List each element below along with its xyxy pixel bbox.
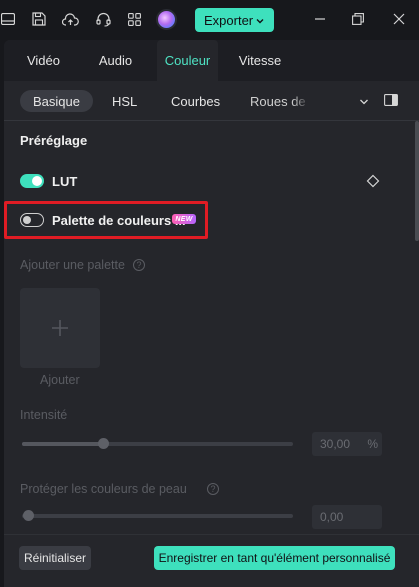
skin-value: 0,00 [320, 510, 344, 524]
title-bar: Exporter [0, 0, 419, 38]
apps-grid-icon[interactable] [124, 9, 144, 29]
add-palette-label: Ajouter une palette [20, 258, 125, 272]
intensity-value: 30,00 [320, 437, 351, 451]
lut-toggle[interactable] [20, 174, 44, 188]
skin-value-field[interactable]: 0,00 [312, 505, 382, 529]
add-palette-button[interactable] [20, 288, 100, 368]
reset-button[interactable]: Réinitialiser [19, 546, 91, 570]
help-icon[interactable]: ? [207, 483, 219, 495]
subtab-basique[interactable]: Basique [20, 90, 93, 112]
headset-icon[interactable] [93, 9, 113, 29]
restore-icon[interactable] [349, 10, 367, 28]
tab-audio[interactable]: Audio [87, 40, 144, 81]
intensity-slider-thumb[interactable] [97, 438, 109, 449]
chevron-down-icon[interactable] [359, 95, 369, 110]
export-label: Exporter [204, 12, 254, 28]
color-panel: Vidéo Audio Couleur Vitesse Basique HSL … [4, 40, 419, 587]
intensity-label: Intensité [20, 408, 68, 422]
intensity-unit: % [367, 437, 378, 451]
chevron-down-icon [255, 14, 265, 29]
close-icon[interactable] [390, 10, 408, 28]
tab-vitesse[interactable]: Vitesse [231, 40, 289, 81]
panel-layout-icon[interactable] [384, 94, 398, 109]
avatar[interactable] [156, 9, 177, 30]
preset-section-title: Préréglage [20, 133, 88, 148]
subtab-hsl[interactable]: HSL [112, 90, 137, 112]
tab-couleur[interactable]: Couleur [157, 40, 218, 81]
keyframe-diamond-icon[interactable] [366, 174, 380, 191]
add-label: Ajouter [40, 373, 80, 387]
help-icon[interactable]: ? [133, 259, 145, 271]
export-button[interactable]: Exporter [195, 8, 274, 32]
highlight-box [4, 201, 208, 239]
save-custom-button[interactable]: Enregistrer en tant qu'élément personnal… [154, 546, 395, 570]
scrollbar[interactable] [415, 121, 419, 241]
lut-label: LUT [52, 174, 78, 189]
cloud-upload-icon[interactable] [60, 9, 80, 29]
sub-tabs: Basique HSL Courbes Roues de c [4, 81, 419, 121]
subtab-roues-de-couleur[interactable]: Roues de c [250, 90, 310, 112]
minimize-icon[interactable] [311, 10, 329, 28]
intensity-slider-fill [22, 442, 104, 446]
layout-icon[interactable] [0, 9, 18, 29]
save-icon[interactable] [29, 9, 49, 29]
skin-protect-label: Protéger les couleurs de peau [20, 482, 187, 496]
skin-slider-thumb[interactable] [23, 510, 34, 521]
plus-icon [52, 320, 68, 336]
main-tabs: Vidéo Audio Couleur Vitesse [4, 40, 419, 81]
tab-video[interactable]: Vidéo [12, 40, 75, 81]
intensity-value-field[interactable]: 30,00 % [312, 432, 382, 456]
subtab-courbes[interactable]: Courbes [171, 90, 220, 112]
skin-slider-track[interactable] [22, 514, 293, 518]
footer: Réinitialiser Enregistrer en tant qu'élé… [4, 534, 419, 587]
